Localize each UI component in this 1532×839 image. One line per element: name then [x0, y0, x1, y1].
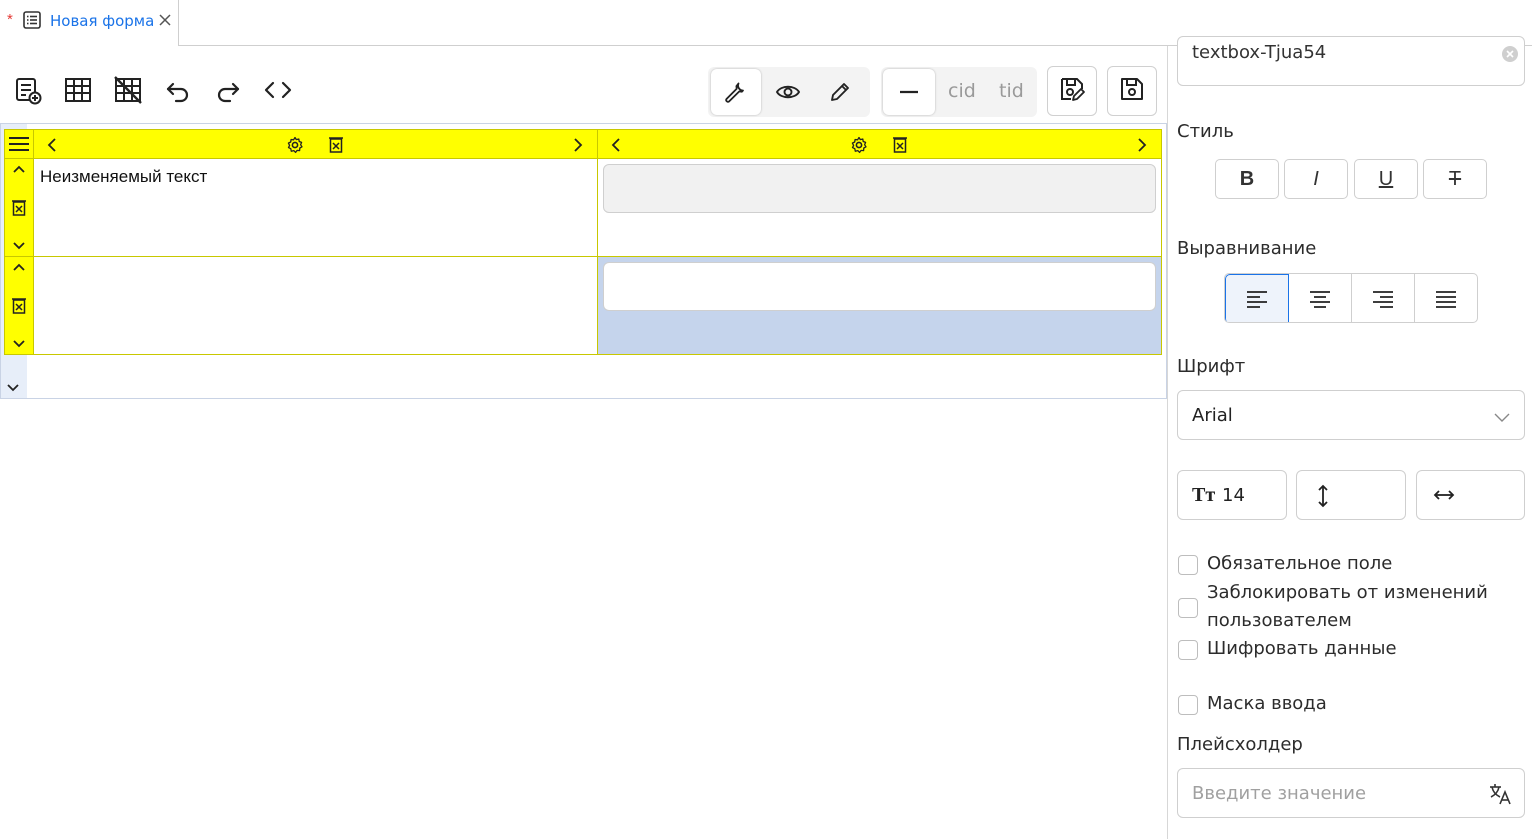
align-right-icon[interactable] — [1351, 274, 1415, 322]
line-height-field[interactable] — [1296, 470, 1406, 520]
form-icon — [22, 10, 42, 30]
table-icon[interactable] — [60, 72, 96, 108]
required-checkbox[interactable] — [1178, 555, 1198, 575]
tid-button[interactable]: tid — [999, 80, 1024, 102]
underline-button[interactable]: U — [1354, 159, 1418, 199]
grid-cell-r2-c1[interactable] — [33, 256, 598, 355]
grid-cell-r1-c2[interactable] — [597, 158, 1162, 257]
placeholder-label: Плейсхолдер — [1177, 734, 1303, 755]
font-size-value: 14 — [1222, 485, 1245, 506]
grid-cell-r1-c1[interactable]: Неизменяемый текст — [33, 158, 598, 257]
column-header-2 — [597, 129, 1162, 159]
font-size-field[interactable]: Тт 14 — [1177, 470, 1287, 520]
chevron-up-icon[interactable] — [11, 162, 27, 176]
bold-button[interactable]: B — [1215, 159, 1279, 199]
required-label: Обязательное поле — [1207, 553, 1393, 574]
row-header-2 — [4, 256, 34, 355]
font-label: Шрифт — [1177, 356, 1246, 377]
tab-title: Новая форма — [50, 12, 155, 30]
chevron-right-icon[interactable] — [1134, 137, 1150, 153]
id-toggle-group: cid tid — [881, 67, 1037, 117]
vertical-arrows-icon — [1314, 484, 1332, 512]
edit-pencil-icon[interactable] — [815, 69, 865, 115]
menu-icon[interactable] — [7, 133, 31, 155]
save-as-button[interactable] — [1047, 66, 1097, 116]
save-icon — [1119, 76, 1145, 107]
selected-textbox[interactable] — [603, 262, 1156, 311]
italic-button[interactable]: I — [1284, 159, 1348, 199]
grid-menu-corner[interactable] — [4, 129, 34, 159]
properties-panel: textbox-Tjua54 Стиль B I U T Выравнивани… — [1167, 36, 1532, 839]
chevron-down-icon[interactable] — [11, 337, 27, 351]
chevron-down-icon — [1494, 408, 1510, 427]
lock-label-line2: пользователем — [1207, 610, 1352, 631]
align-left-icon[interactable] — [1225, 274, 1289, 322]
form-canvas: Неизменяемый текст — [0, 123, 1167, 399]
modified-marker: * — [7, 11, 13, 28]
delete-column-icon[interactable] — [891, 136, 909, 154]
font-size-icon: Тт — [1192, 484, 1216, 506]
clear-icon[interactable] — [1502, 46, 1518, 62]
encrypt-checkbox[interactable] — [1178, 640, 1198, 660]
redo-icon[interactable] — [210, 72, 246, 108]
grid-cell-r2-c2-selected[interactable] — [597, 256, 1162, 355]
form-grid: Неизменяемый текст — [4, 129, 1162, 356]
font-select[interactable]: Arial — [1177, 390, 1525, 440]
delete-column-icon[interactable] — [327, 136, 345, 154]
encrypt-label: Шифровать данные — [1207, 638, 1397, 659]
align-justify-icon[interactable] — [1414, 274, 1477, 322]
preview-eye-icon[interactable] — [763, 69, 813, 115]
delete-row-icon[interactable] — [11, 297, 27, 315]
delete-table-icon[interactable] — [110, 72, 146, 108]
placeholder-input[interactable]: Введите значение — [1177, 768, 1525, 818]
alignment-group — [1224, 273, 1478, 323]
chevron-down-icon[interactable] — [11, 239, 27, 253]
gear-icon[interactable] — [286, 136, 304, 154]
code-icon[interactable] — [260, 72, 296, 108]
mask-label: Маска ввода — [1207, 693, 1327, 714]
translate-icon[interactable] — [1488, 782, 1512, 810]
mode-toggle-group — [708, 67, 870, 117]
tab-new-form[interactable]: * Новая форма — [0, 0, 179, 46]
undo-icon[interactable] — [160, 72, 196, 108]
chevron-down-icon[interactable] — [4, 379, 22, 397]
align-label: Выравнивание — [1177, 238, 1317, 259]
delete-row-icon[interactable] — [11, 199, 27, 217]
cid-button[interactable]: cid — [948, 80, 976, 102]
lock-checkbox[interactable] — [1178, 598, 1198, 618]
row-header-1 — [4, 158, 34, 257]
chevron-right-icon[interactable] — [570, 137, 586, 153]
save-as-icon — [1058, 75, 1086, 108]
chevron-left-icon[interactable] — [608, 137, 624, 153]
strikethrough-button[interactable]: T — [1423, 159, 1487, 199]
horizontal-arrows-icon — [1433, 487, 1455, 507]
placeholder-input-text: Введите значение — [1192, 783, 1367, 804]
letter-spacing-field[interactable] — [1416, 470, 1525, 520]
chevron-up-icon[interactable] — [11, 260, 27, 274]
element-id-value: textbox-Tjua54 — [1192, 42, 1327, 63]
column-header-1 — [33, 129, 598, 159]
add-form-icon[interactable] — [10, 72, 46, 108]
save-button[interactable] — [1107, 66, 1157, 116]
minus-icon[interactable] — [883, 69, 935, 115]
lock-label-line1: Заблокировать от изменений — [1207, 582, 1488, 603]
element-id-field[interactable]: textbox-Tjua54 — [1177, 36, 1525, 86]
settings-wrench-icon[interactable] — [711, 69, 761, 115]
align-center-icon[interactable] — [1288, 274, 1352, 322]
chevron-left-icon[interactable] — [44, 137, 60, 153]
mask-checkbox[interactable] — [1178, 695, 1198, 715]
style-label: Стиль — [1177, 121, 1234, 142]
close-icon[interactable] — [158, 13, 172, 27]
static-text-field: Неизменяемый текст — [40, 167, 208, 186]
gear-icon[interactable] — [850, 136, 868, 154]
disabled-textbox[interactable] — [603, 164, 1156, 213]
font-select-value: Arial — [1192, 405, 1233, 426]
